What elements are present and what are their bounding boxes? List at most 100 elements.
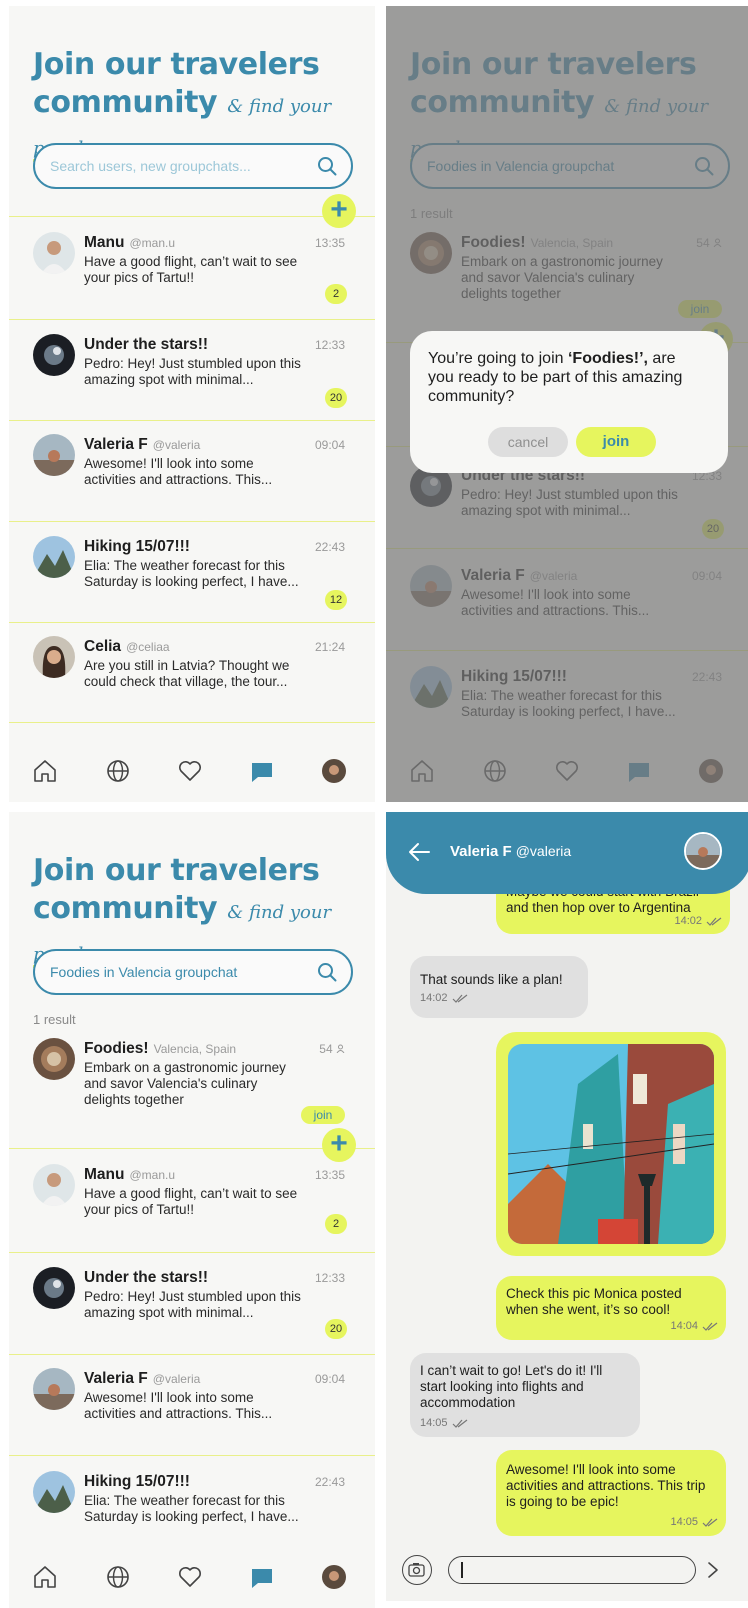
contact-name[interactable]: Valeria F @valeria — [450, 843, 571, 860]
unread-badge: 2 — [325, 1214, 347, 1234]
search-input[interactable]: Foodies in Valencia groupchat — [33, 949, 353, 995]
divider — [9, 722, 375, 723]
profile-avatar[interactable] — [322, 759, 346, 783]
chat-name: Manu @man.u — [84, 1166, 176, 1183]
read-ticks-icon — [452, 1419, 467, 1428]
heart-icon[interactable] — [177, 1564, 203, 1590]
message-bubble-in: That sounds like a plan! 14:02 — [410, 956, 588, 1018]
chat-name: Valeria F@valeria — [84, 436, 201, 453]
chat-row[interactable]: Valeria F@valeria Awesome! I'll look int… — [9, 420, 375, 522]
heart-icon[interactable] — [177, 758, 203, 784]
chat-row[interactable]: Valeria F@valeria Awesome! I'll look int… — [9, 1354, 375, 1456]
chat-row[interactable]: Under the stars!! Pedro: Hey! Just stumb… — [9, 320, 375, 422]
chat-time: 22:43 — [314, 540, 345, 554]
chat-preview: Pedro: Hey! Just stumbled upon this amaz… — [84, 1289, 301, 1320]
chat-preview: Pedro: Hey! Just stumbled upon this amaz… — [84, 356, 301, 387]
composer — [386, 1541, 748, 1601]
chat-time: 12:33 — [314, 1271, 345, 1285]
chat-preview: Awesome! I'll look into some activities … — [84, 1390, 273, 1421]
bottom-nav — [9, 1546, 375, 1608]
chat-row[interactable]: Hiking 15/07!!! Elia: The weather foreca… — [9, 522, 375, 624]
message-input[interactable] — [448, 1556, 696, 1584]
cancel-button[interactable]: cancel — [488, 427, 568, 457]
chat-row[interactable]: Celia @celiaa Are you still in Latvia? Th… — [9, 622, 375, 724]
image-message[interactable] — [496, 1032, 726, 1256]
read-ticks-icon — [702, 1322, 718, 1331]
contact-avatar[interactable] — [684, 832, 722, 870]
chat-preview: Awesome! I'll look into some activities … — [84, 456, 273, 487]
chat-time: 21:24 — [314, 640, 345, 654]
divider — [9, 1148, 375, 1149]
send-icon[interactable] — [706, 1561, 720, 1579]
chat-name: Under the stars!! — [84, 1269, 209, 1286]
unread-badge: 12 — [325, 590, 347, 610]
avatar — [33, 434, 75, 476]
search-icon[interactable] — [317, 156, 337, 176]
chat-icon[interactable] — [249, 758, 275, 784]
chat-time: 12:33 — [314, 338, 345, 352]
chat-header: Valeria F @valeria — [386, 812, 748, 894]
join-dialog: You’re going to join ‘Foodies!’, are you… — [410, 331, 728, 473]
search-results-screen: Join our travelers community & find your… — [9, 812, 375, 1608]
unread-badge: 20 — [325, 388, 347, 408]
avatar — [33, 1038, 75, 1080]
avatar — [33, 232, 75, 274]
chat-preview: Are you still in Latvia? Thought we coul… — [84, 658, 290, 689]
globe-icon[interactable] — [105, 758, 131, 784]
divider — [9, 216, 375, 217]
bottom-nav — [9, 740, 375, 802]
profile-avatar[interactable] — [322, 1565, 346, 1589]
chat-name: Celia @celiaa — [84, 638, 170, 655]
street-photo[interactable] — [508, 1044, 714, 1244]
avatar — [33, 536, 75, 578]
chat-list-screen: Join our travelers community & find your… — [9, 6, 375, 802]
chat-name: Hiking 15/07!!! — [84, 1473, 190, 1490]
avatar — [33, 636, 75, 678]
camera-button[interactable] — [402, 1555, 432, 1585]
chat-time: 09:04 — [314, 1372, 345, 1386]
unread-badge: 20 — [325, 1319, 347, 1339]
avatar — [33, 1471, 75, 1513]
read-ticks-icon — [452, 994, 467, 1003]
chat-name: Under the stars!! — [84, 336, 209, 353]
chat-preview: Have a good flight, can’t wait to see yo… — [84, 1186, 298, 1217]
text-caret — [461, 1562, 463, 1578]
chat-time: 09:04 — [314, 438, 345, 452]
camera-icon — [408, 1563, 425, 1577]
group-result[interactable]: Foodies!Valencia, Spain Embark on a gast… — [9, 1024, 375, 1139]
chat-time: 13:35 — [314, 236, 345, 250]
divider — [9, 1455, 375, 1456]
search-input[interactable]: Search users, new groupchats... — [33, 143, 353, 189]
join-chip[interactable]: join — [301, 1106, 345, 1124]
chat-icon[interactable] — [249, 1564, 275, 1590]
chat-row[interactable]: Manu @man.u Have a good flight, can’t wai… — [9, 1150, 375, 1252]
chat-row[interactable]: Under the stars!! Pedro: Hey! Just stumb… — [9, 1253, 375, 1355]
avatar — [33, 1164, 75, 1206]
chat-row[interactable]: Manu @man.u Have a good flight, can’t wai… — [9, 218, 375, 320]
globe-icon[interactable] — [105, 1564, 131, 1590]
members-icon — [336, 1044, 345, 1054]
chat-name: Hiking 15/07!!! — [84, 538, 190, 555]
avatar — [33, 1368, 75, 1410]
join-confirm-screen: Join our travelers community & find your… — [386, 6, 748, 802]
back-arrow-icon[interactable] — [408, 842, 430, 862]
message-bubble-out: Check this pic Monica posted when she we… — [496, 1276, 726, 1340]
search-icon[interactable] — [317, 962, 337, 982]
chat-preview: Have a good flight, can’t wait to see yo… — [84, 254, 298, 285]
chat-time: 13:35 — [314, 1168, 345, 1182]
member-count: 54 — [319, 1042, 345, 1056]
dialog-text: You’re going to join ‘Foodies!’, are you… — [428, 350, 683, 405]
chat-preview: Elia: The weather forecast for this Satu… — [84, 1493, 299, 1524]
home-icon[interactable] — [32, 1564, 58, 1590]
message-bubble-in: I can’t wait to go! Let's do it! I'll st… — [410, 1353, 640, 1437]
conversation-screen: Maybe we could start with Brazil and the… — [386, 812, 748, 1601]
home-icon[interactable] — [32, 758, 58, 784]
read-ticks-icon — [702, 1518, 718, 1527]
chat-name: Manu @man.u — [84, 234, 176, 251]
chat-preview: Elia: The weather forecast for this Satu… — [84, 558, 299, 589]
join-button[interactable]: join — [576, 427, 656, 457]
chat-time: 22:43 — [314, 1475, 345, 1489]
chat-row[interactable]: Hiking 15/07!!! Elia: The weather foreca… — [9, 1457, 375, 1559]
read-ticks-icon — [706, 917, 722, 926]
chat-name: Valeria F@valeria — [84, 1370, 201, 1387]
